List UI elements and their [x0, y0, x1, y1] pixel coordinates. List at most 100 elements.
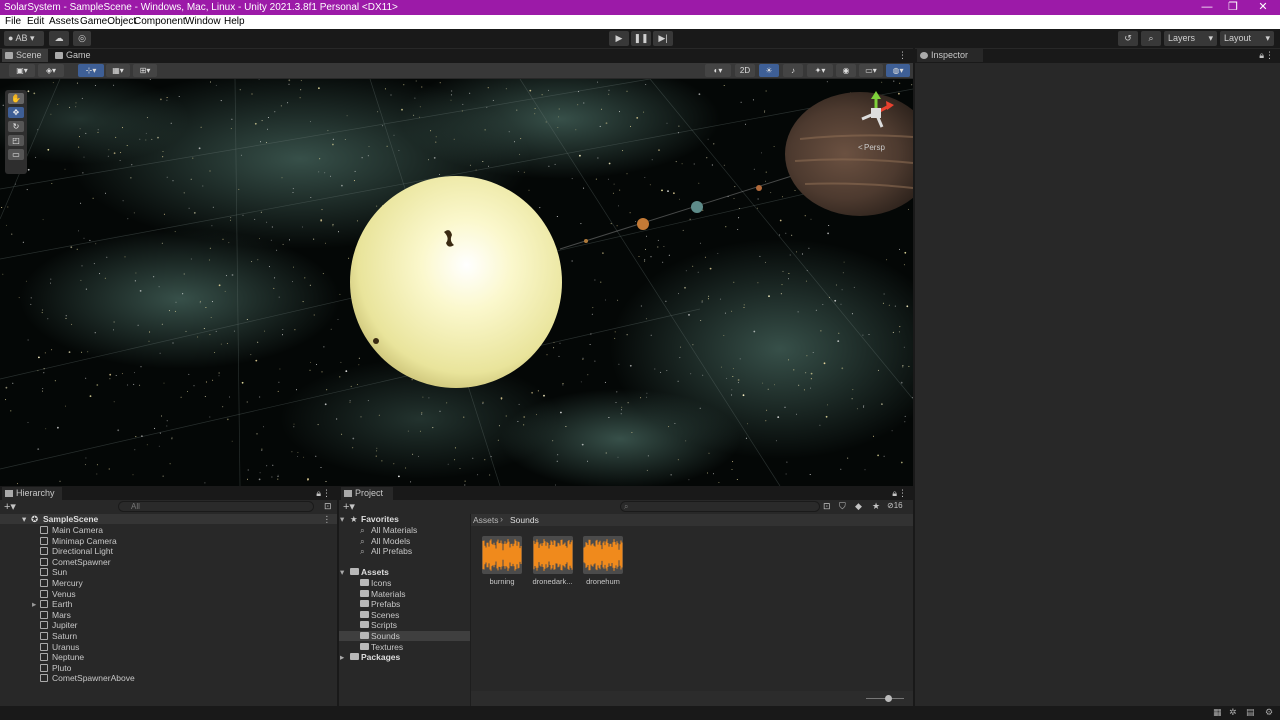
folder-item[interactable]: Scripts	[339, 620, 470, 630]
draw-mode-button[interactable]: ▣▾	[9, 64, 35, 77]
tab-inspector[interactable]: Inspector	[917, 49, 983, 62]
pivot-button[interactable]: ⊹▾	[78, 64, 104, 77]
hierarchy-item[interactable]: Jupiter	[0, 620, 337, 630]
audio-asset[interactable]: dronedark...	[532, 536, 574, 586]
project-search-input[interactable]: ⌕	[620, 501, 820, 512]
venus-sphere[interactable]	[637, 218, 649, 230]
tag-icon[interactable]: ◆	[855, 501, 862, 512]
search-by-type-icon[interactable]: ⊡	[823, 501, 831, 512]
hierarchy-item[interactable]: Neptune	[0, 652, 337, 662]
tab-project[interactable]: Project	[341, 487, 393, 500]
more-options-icon[interactable]: ⋮	[322, 488, 331, 499]
account-dropdown[interactable]: ● AB ▾	[4, 31, 44, 46]
layers-dropdown[interactable]: Layers ▾	[1164, 31, 1217, 46]
menu-gameobject[interactable]: GameObject	[80, 16, 136, 27]
projection-label[interactable]: Persp	[864, 143, 885, 152]
scene-viewport[interactable]: < Persp	[0, 79, 913, 486]
layout-dropdown[interactable]: Layout ▾	[1220, 31, 1274, 46]
grid-snap-button[interactable]: ▦▾	[106, 64, 130, 77]
debug-icon[interactable]: ✲	[1229, 707, 1237, 718]
hierarchy-item[interactable]: Main Camera	[0, 525, 337, 535]
hierarchy-item[interactable]: Venus	[0, 589, 337, 599]
create-asset-button[interactable]: +▾	[343, 500, 355, 513]
search-by-label-icon[interactable]: ⛉	[839, 501, 846, 512]
rotate-tool-icon[interactable]: ↻	[8, 121, 24, 132]
sun-sphere[interactable]	[350, 176, 562, 388]
folder-item[interactable]: Icons	[339, 578, 470, 588]
hierarchy-item[interactable]: Mars	[0, 610, 337, 620]
hierarchy-scene-row[interactable]: ▾ ✪ SampleScene ⋮	[0, 514, 337, 524]
expand-arrow-icon[interactable]: ▸	[32, 599, 36, 609]
menu-component[interactable]: Component	[134, 16, 186, 27]
menu-help[interactable]: Help	[224, 16, 245, 27]
zoom-slider-handle[interactable]	[885, 695, 893, 702]
lock-icon[interactable]: 🔒︎	[316, 488, 321, 499]
favorite-item[interactable]: ⌕ All Prefabs	[339, 546, 470, 556]
folder-item[interactable]: Scenes	[339, 610, 470, 620]
expand-arrow-icon[interactable]: ▾	[340, 567, 344, 577]
hidden-objects-button[interactable]: ◉	[836, 64, 856, 77]
menu-file[interactable]: File	[5, 16, 21, 27]
search-button[interactable]: ⌕	[1141, 31, 1161, 46]
camera-button[interactable]: ▭▾	[859, 64, 883, 77]
progress-icon[interactable]: ▤	[1246, 707, 1255, 718]
render-mode-button[interactable]: ◈▾	[38, 64, 64, 77]
audio-toggle[interactable]: ♪	[783, 64, 803, 77]
hierarchy-item[interactable]: Saturn	[0, 631, 337, 641]
more-options-icon[interactable]: ⋮	[898, 50, 907, 61]
menu-edit[interactable]: Edit	[27, 16, 44, 27]
folder-item[interactable]: Materials	[339, 589, 470, 599]
create-button[interactable]: +▾	[4, 500, 16, 513]
hierarchy-item[interactable]: CometSpawner	[0, 557, 337, 567]
favorite-item[interactable]: ⌕ All Models	[339, 536, 470, 546]
hierarchy-item[interactable]: Mercury	[0, 578, 337, 588]
collab-button[interactable]: ◎	[73, 31, 91, 46]
star-icon[interactable]: ★	[872, 501, 880, 512]
hierarchy-item[interactable]: CometSpawnerAbove	[0, 673, 337, 683]
more-options-icon[interactable]: ⋮	[323, 514, 332, 524]
audio-asset[interactable]: dronehum	[582, 536, 624, 586]
move-tool-icon[interactable]: ✥	[8, 107, 24, 118]
expand-arrow-icon[interactable]: ▾	[340, 514, 344, 524]
hand-tool-icon[interactable]: ✋	[8, 93, 24, 104]
pause-button[interactable]: ❚❚	[631, 31, 651, 46]
tab-hierarchy[interactable]: Hierarchy	[2, 487, 62, 500]
shading-button[interactable]: ◐▾	[705, 64, 731, 77]
more-options-icon[interactable]: ⋮	[898, 488, 907, 499]
menu-assets[interactable]: Assets	[49, 16, 79, 27]
mercury-sphere[interactable]	[584, 239, 588, 243]
more-options-icon[interactable]: ⋮	[1265, 50, 1274, 61]
audio-asset[interactable]: burning	[481, 536, 523, 586]
lighting-toggle[interactable]: ☀	[759, 64, 779, 77]
folder-item[interactable]: Textures	[339, 642, 470, 652]
hierarchy-search-input[interactable]: All	[118, 501, 314, 512]
earth-sphere[interactable]	[691, 201, 703, 213]
filter-icon[interactable]: ⊡	[324, 501, 332, 512]
rect-tool-icon[interactable]: ▭	[8, 149, 24, 160]
breadcrumb-assets[interactable]: Assets	[473, 515, 499, 525]
breadcrumb-sounds[interactable]: Sounds	[510, 515, 539, 525]
step-button[interactable]: ▶|	[653, 31, 673, 46]
folder-item[interactable]: Prefabs	[339, 599, 470, 609]
assets-folder[interactable]: ▾ Assets	[339, 567, 470, 577]
maximize-button[interactable]: ❐	[1220, 0, 1246, 15]
effects-button[interactable]: ✦▾	[807, 64, 833, 77]
mars-sphere[interactable]	[756, 185, 762, 191]
hierarchy-item[interactable]: Uranus	[0, 642, 337, 652]
tab-game[interactable]: Game	[52, 49, 98, 62]
folder-item[interactable]: Sounds	[339, 631, 470, 641]
lock-icon[interactable]: 🔒︎	[1259, 50, 1264, 61]
play-button[interactable]: ▶	[609, 31, 629, 46]
hierarchy-item[interactable]: ▸ Earth	[0, 599, 337, 609]
hierarchy-item[interactable]: Sun	[0, 567, 337, 577]
history-button[interactable]: ↺	[1118, 31, 1138, 46]
tab-scene[interactable]: Scene	[2, 49, 48, 62]
hierarchy-item[interactable]: Minimap Camera	[0, 536, 337, 546]
network-icon[interactable]: ▦	[1213, 707, 1222, 718]
cloud-button[interactable]: ☁	[49, 31, 69, 46]
favorites-header[interactable]: ▾ ★ Favorites	[339, 514, 470, 524]
hidden-packages-toggle[interactable]: ⊘16	[887, 501, 903, 510]
lock-icon[interactable]: 🔒︎	[892, 488, 897, 499]
settings-icon[interactable]: ⚙	[1265, 707, 1273, 718]
2d-toggle[interactable]: 2D	[735, 64, 755, 77]
